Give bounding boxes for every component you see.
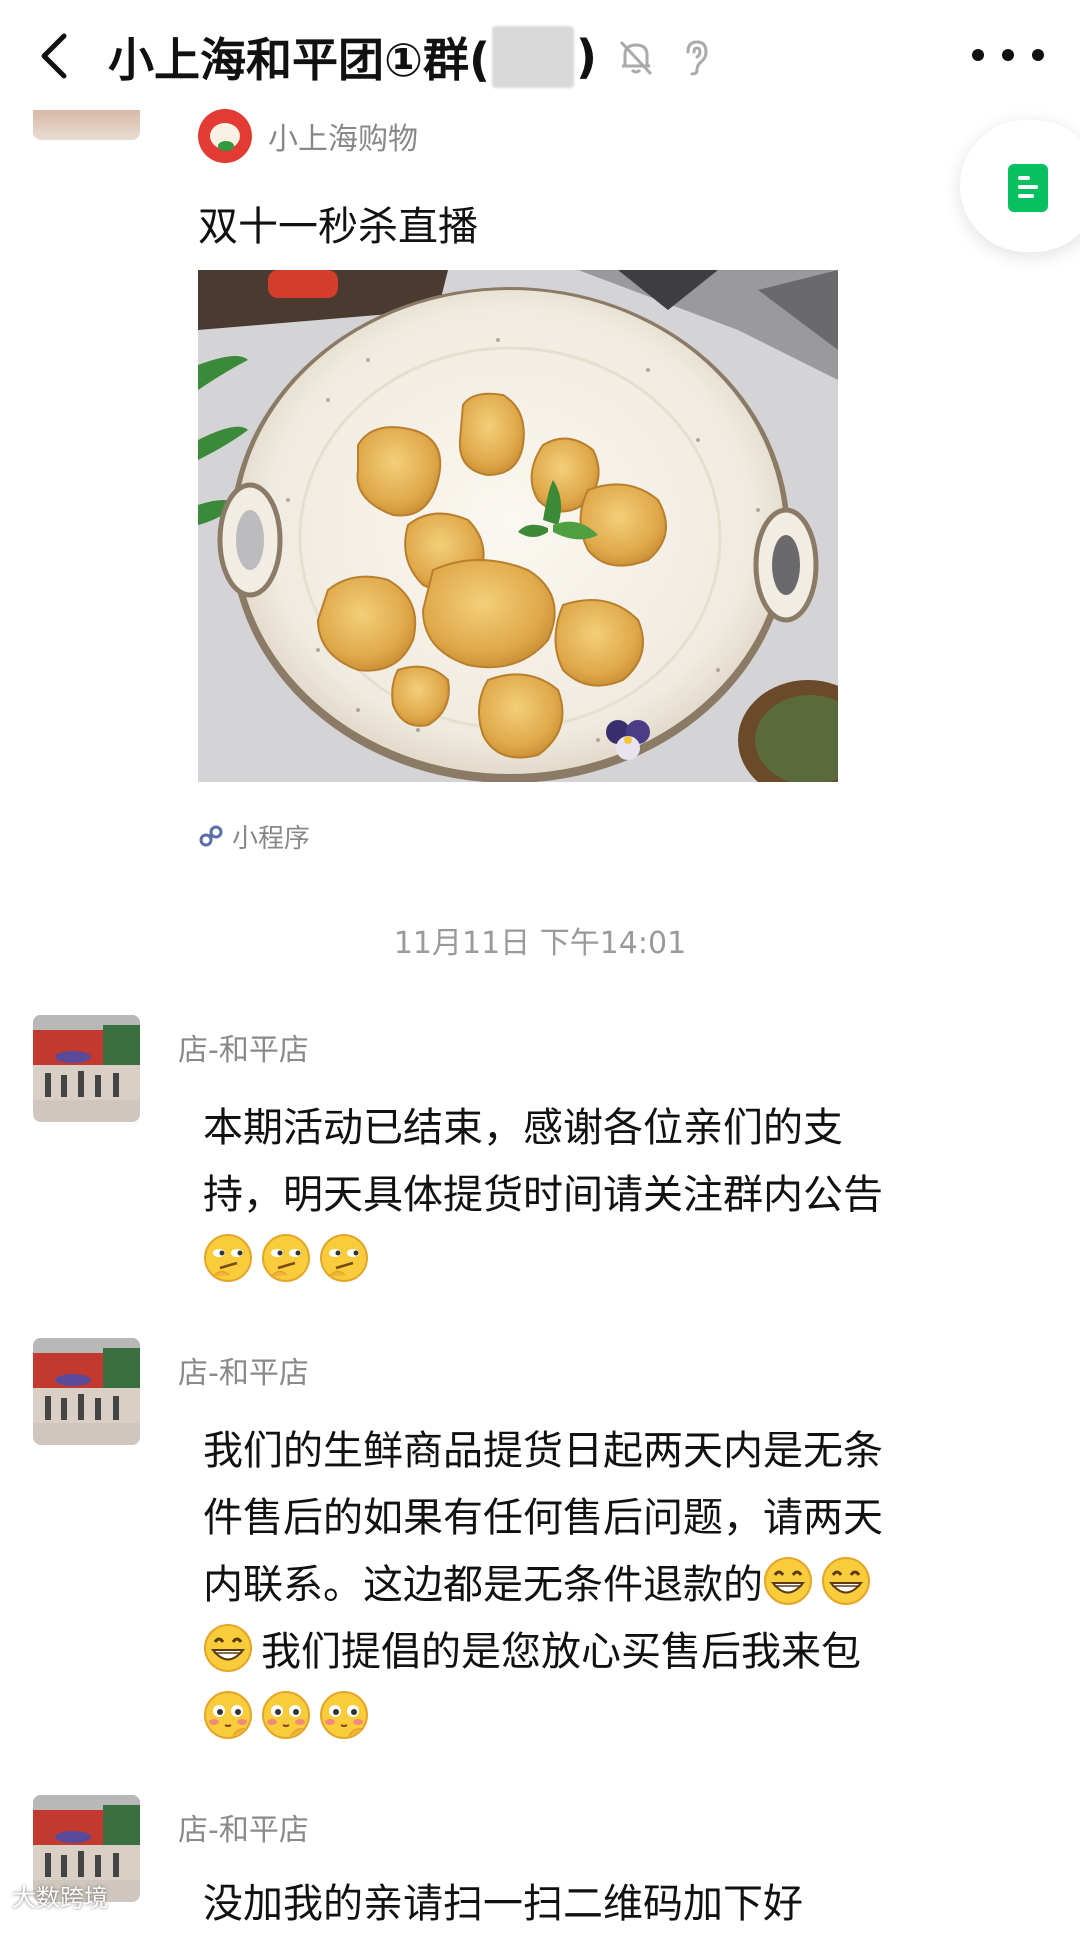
more-dot xyxy=(972,49,984,61)
mini-program-footer: 小程序 xyxy=(198,816,310,856)
mini-program-card[interactable]: 小上海购物 双十一秒杀直播 小程序 xyxy=(198,109,838,854)
chevron-left-icon[interactable] xyxy=(32,26,82,86)
floating-notes-button[interactable] xyxy=(960,120,1080,252)
smirk-emoji xyxy=(204,1234,252,1282)
avatar[interactable] xyxy=(33,1338,140,1445)
mini-program-header: 小上海购物 xyxy=(198,109,838,163)
store-logo-icon xyxy=(198,109,252,163)
blush-emoji xyxy=(320,1691,368,1739)
chat-title: 小上海和平团①群( ) xyxy=(108,22,717,92)
more-dot xyxy=(1032,49,1044,61)
group-name-close: ) xyxy=(575,30,598,84)
grin-emoji xyxy=(764,1557,812,1605)
mini-program-source: 小上海购物 xyxy=(268,122,418,157)
message-body: 没加我的亲请扫一扫二维码加下好 xyxy=(203,1881,803,1927)
bell-off-icon xyxy=(619,40,653,76)
sender-name: 店-和平店 xyxy=(178,1356,309,1391)
ear-icon xyxy=(686,40,708,76)
document-icon xyxy=(1008,164,1048,212)
redacted-member-count xyxy=(491,26,574,88)
blush-emoji xyxy=(262,1691,310,1739)
smirk-emoji xyxy=(262,1234,310,1282)
message-body: 本期活动已结束，感谢各位亲们的支持，明天具体提货时间请关注群内公告 xyxy=(203,1105,883,1218)
message-timestamp: 11月11日 下午14:01 xyxy=(393,926,687,961)
sender-name: 店-和平店 xyxy=(178,1033,309,1068)
more-dot xyxy=(1002,49,1014,61)
product-image xyxy=(198,270,838,782)
avatar[interactable] xyxy=(33,110,140,140)
more-icon[interactable] xyxy=(972,30,1044,80)
group-name: 小上海和平团①群( xyxy=(108,33,490,87)
smirk-emoji xyxy=(320,1234,368,1282)
watermark: 大数跨境 xyxy=(12,1884,108,1912)
message-body: 我们提倡的是您放心买售后我来包 xyxy=(261,1629,861,1675)
grin-emoji xyxy=(822,1557,870,1605)
sender-name: 店-和平店 xyxy=(178,1813,309,1848)
message-text: 没加我的亲请扫一扫二维码加下好 xyxy=(203,1871,903,1938)
message-text: 我们的生鲜商品提货日起两天内是无条件售后的如果有任何售后问题，请两天内联系。这边… xyxy=(203,1418,903,1753)
mini-program-label: 小程序 xyxy=(232,823,311,854)
chat-header: 小上海和平团①群( ) xyxy=(0,0,1080,110)
avatar[interactable] xyxy=(33,1015,140,1122)
mini-program-title: 双十一秒杀直播 xyxy=(198,204,478,250)
blush-emoji xyxy=(204,1691,252,1739)
mini-program-icon xyxy=(199,825,223,847)
message-text: 本期活动已结束，感谢各位亲们的支持，明天具体提货时间请关注群内公告 xyxy=(203,1095,903,1296)
grin-emoji xyxy=(204,1624,252,1672)
